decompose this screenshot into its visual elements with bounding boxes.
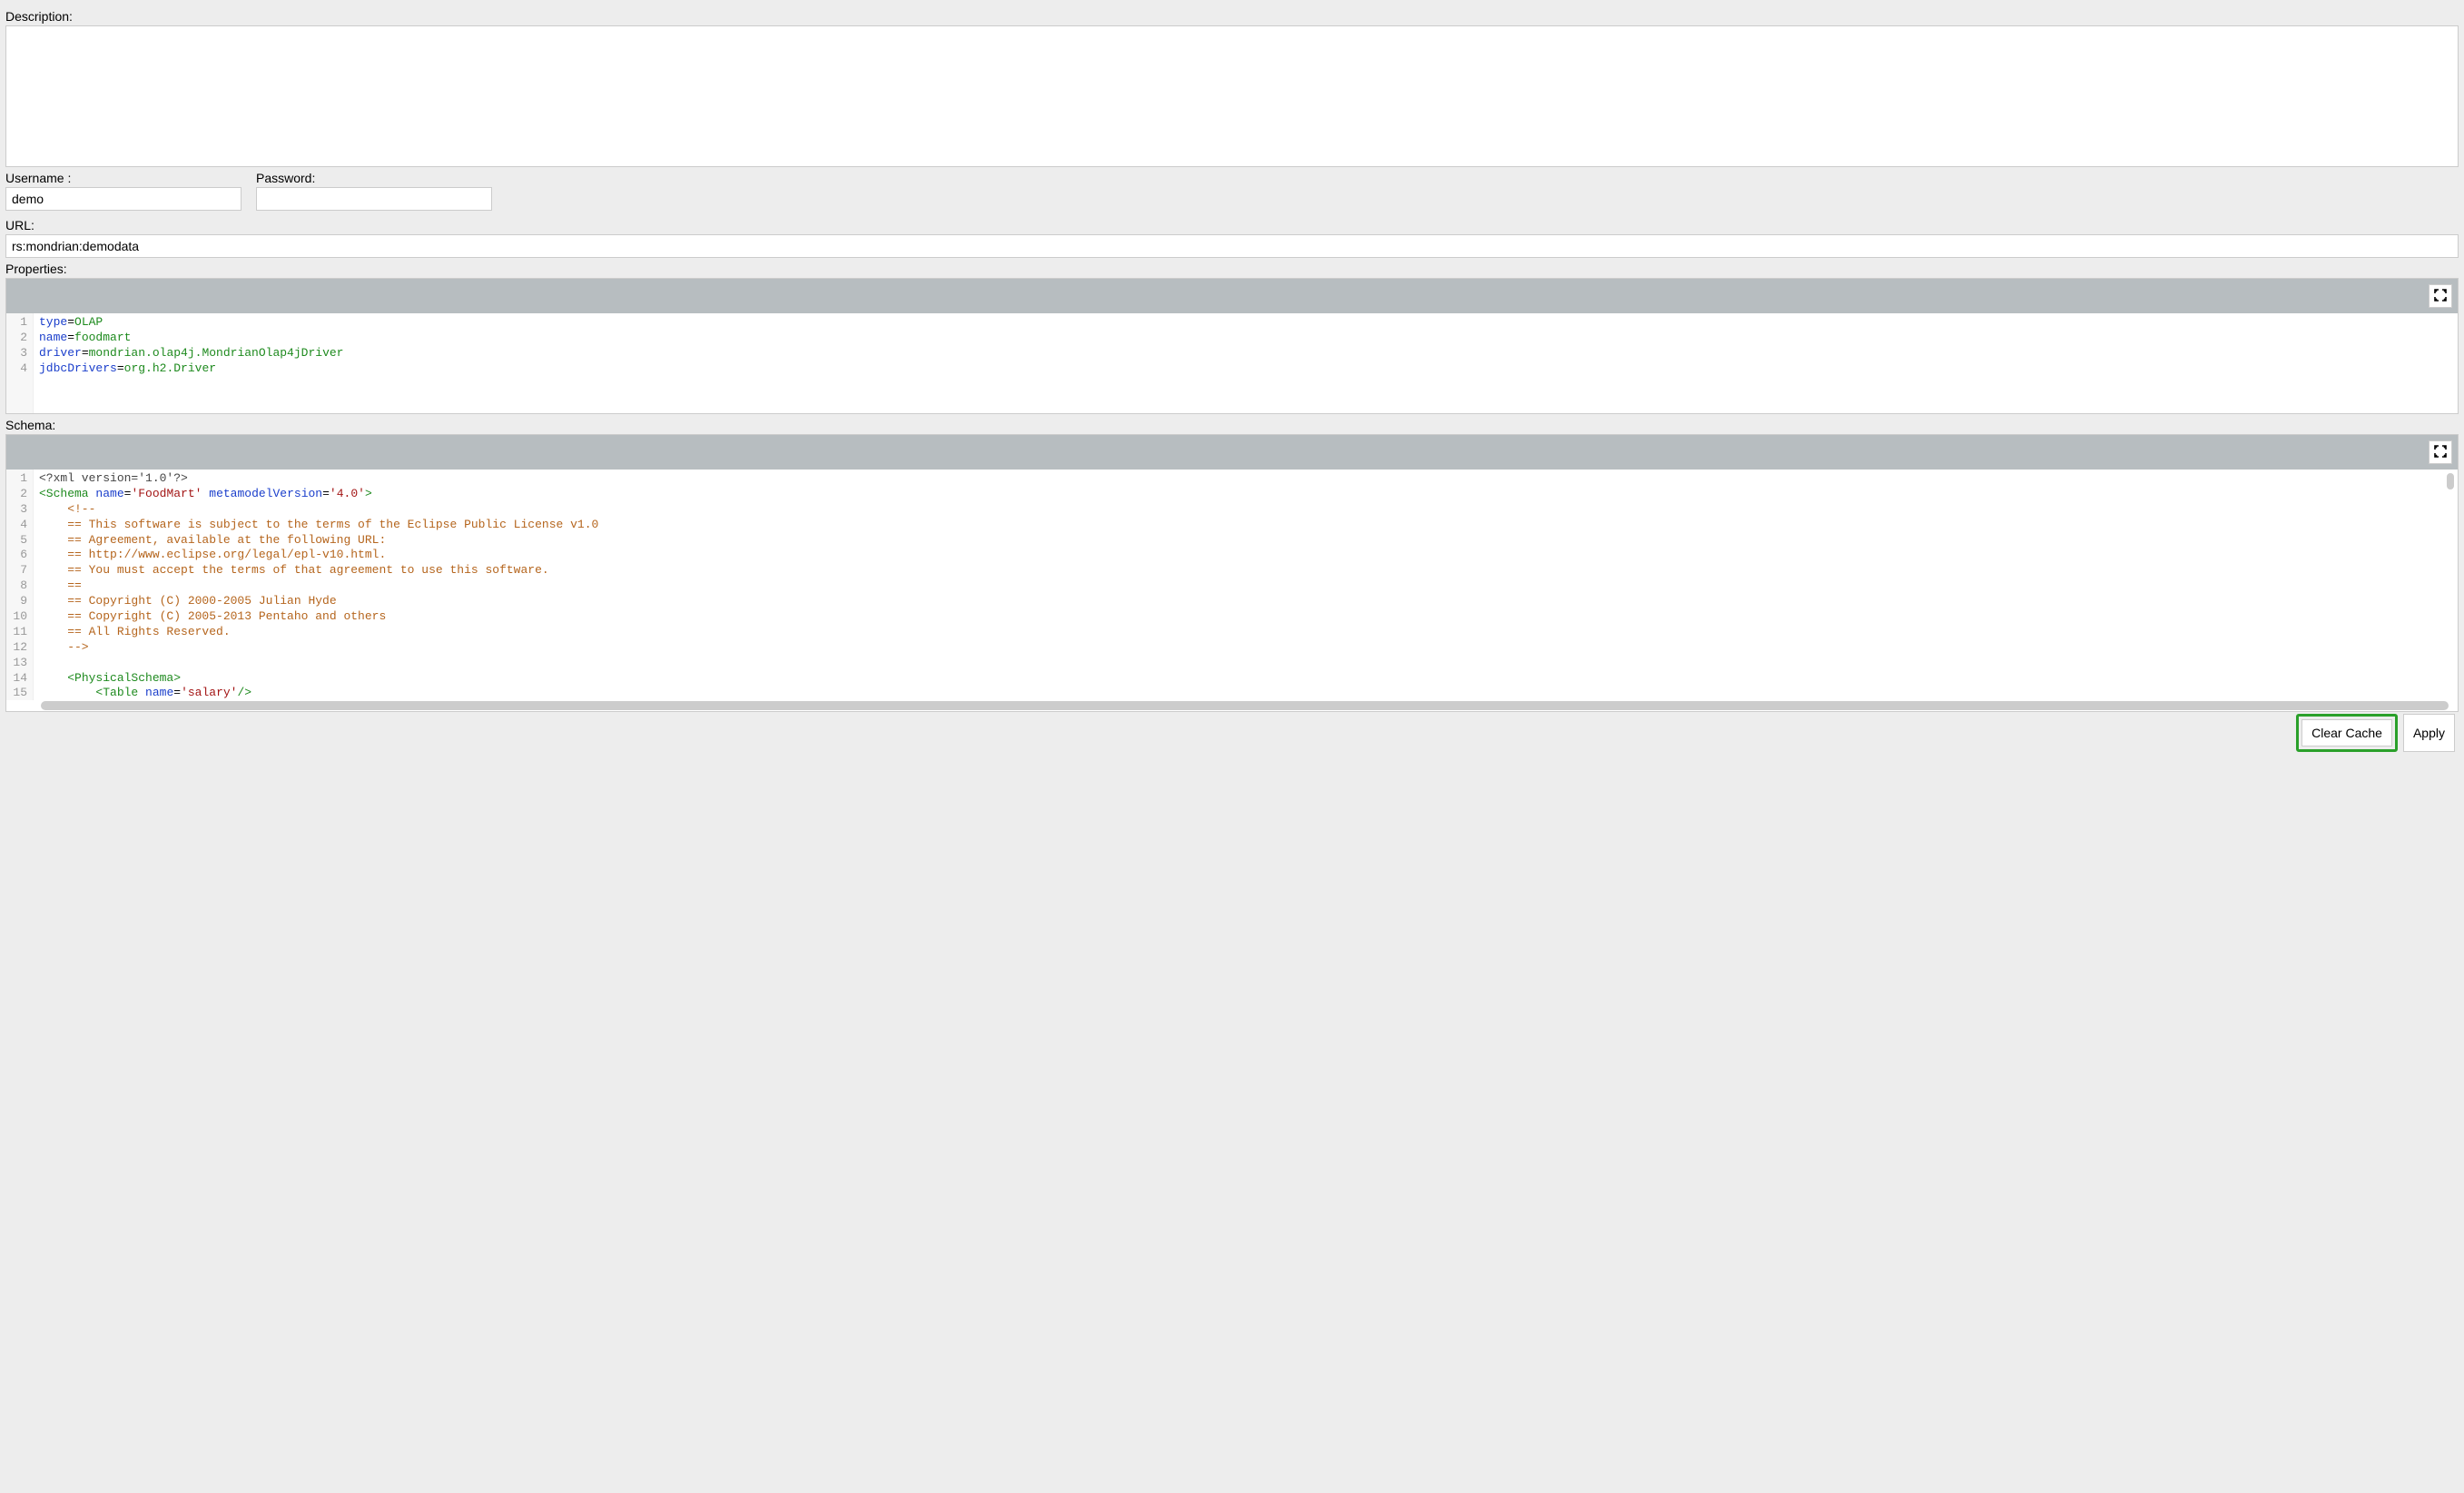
expand-icon [2434, 289, 2447, 304]
username-label: Username : [5, 167, 241, 185]
description-label: Description: [5, 5, 2459, 24]
properties-code[interactable]: type=OLAPname=foodmartdriver=mondrian.ol… [34, 313, 2458, 413]
url-input[interactable] [5, 234, 2459, 258]
clear-cache-highlight: Clear Cache [2296, 714, 2398, 752]
apply-button[interactable]: Apply [2403, 714, 2455, 752]
properties-editor: 1234 type=OLAPname=foodmartdriver=mondri… [5, 278, 2459, 414]
username-input[interactable] [5, 187, 241, 211]
properties-gutter: 1234 [6, 313, 34, 413]
description-textarea[interactable] [5, 25, 2459, 167]
url-label: URL: [5, 214, 2459, 232]
config-form: Description: Username : Password: URL: P… [0, 0, 2464, 765]
schema-expand-button[interactable] [2429, 440, 2452, 464]
schema-vertical-scrollbar[interactable] [2447, 473, 2454, 489]
schema-toolbar [6, 435, 2458, 470]
properties-expand-button[interactable] [2429, 284, 2452, 308]
password-input[interactable] [256, 187, 492, 211]
properties-label: Properties: [5, 258, 2459, 276]
schema-code[interactable]: <?xml version='1.0'?><Schema name='FoodM… [34, 470, 2458, 700]
password-label: Password: [256, 167, 492, 185]
schema-horizontal-scrollbar[interactable] [6, 700, 2458, 711]
schema-code-area[interactable]: 12345678910111213141516171819 <?xml vers… [6, 470, 2458, 700]
schema-gutter: 12345678910111213141516171819 [6, 470, 34, 700]
clear-cache-button[interactable]: Clear Cache [2301, 719, 2392, 746]
properties-toolbar [6, 279, 2458, 313]
button-row: Clear Cache Apply [5, 712, 2459, 759]
expand-icon [2434, 445, 2447, 460]
properties-code-area[interactable]: 1234 type=OLAPname=foodmartdriver=mondri… [6, 313, 2458, 413]
schema-label: Schema: [5, 414, 2459, 432]
schema-editor: 12345678910111213141516171819 <?xml vers… [5, 434, 2459, 712]
